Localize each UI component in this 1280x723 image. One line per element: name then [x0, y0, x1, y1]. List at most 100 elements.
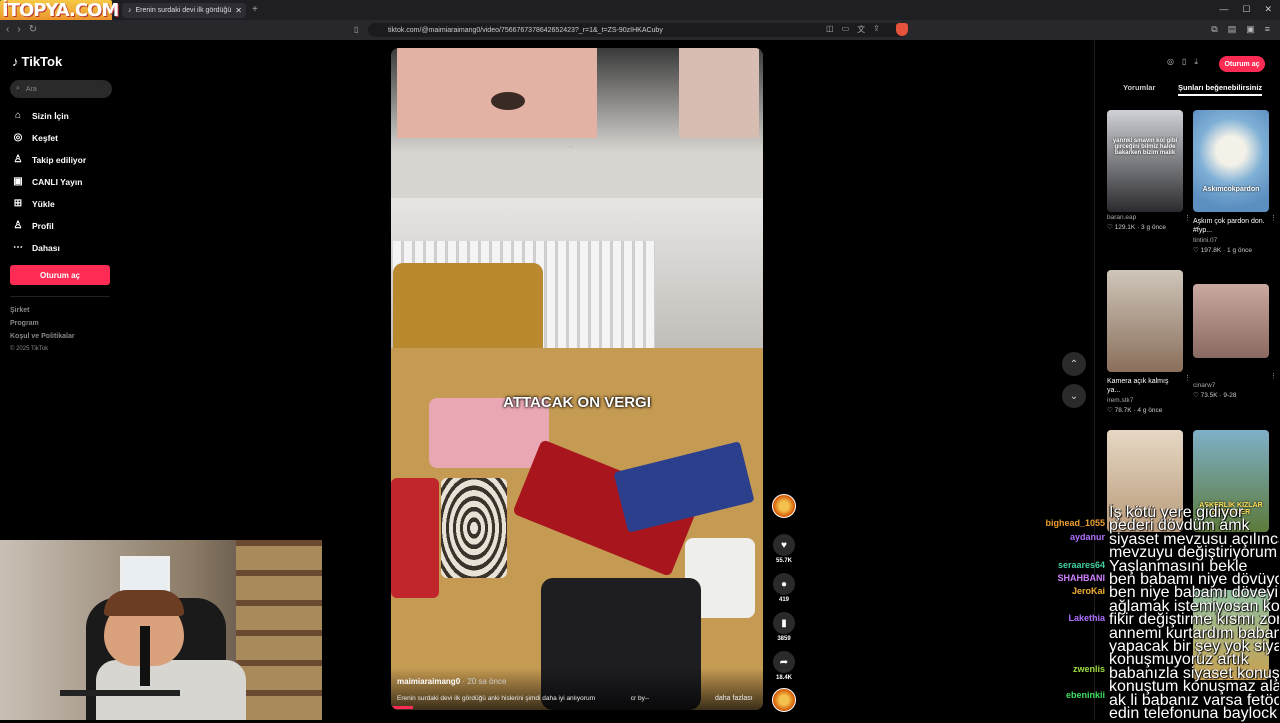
- phone-icon[interactable]: ▯: [1182, 57, 1186, 67]
- card-likes: 197.8K: [1200, 247, 1222, 254]
- translate-icon[interactable]: 文: [857, 24, 865, 35]
- tiktok-logo[interactable]: ♪ TikTok: [12, 54, 62, 69]
- suggested-video-card[interactable]: Askımcokpardon ⋮ Aşkım çok pardon don. #…: [1193, 110, 1277, 254]
- thumbnail-overlay-text: Askımcokpardon: [1202, 186, 1260, 193]
- comment-button[interactable]: ● 419: [770, 573, 798, 603]
- nav-live[interactable]: ▣ CANLI Yayın: [12, 176, 82, 187]
- card-likes: 129.1K: [1114, 224, 1136, 231]
- save-button[interactable]: ▮ 3859: [770, 612, 798, 642]
- chevron-down-icon: ⌄: [567, 140, 575, 150]
- panel-login-button[interactable]: Oturum aç: [1219, 56, 1265, 72]
- bookmark-icon[interactable]: ▮: [773, 612, 795, 634]
- video-progress-bar[interactable]: [391, 706, 414, 709]
- more-link[interactable]: daha fazlası: [715, 695, 753, 702]
- share-arrow-icon[interactable]: ➦: [773, 651, 795, 673]
- footer-company-link[interactable]: Şirket: [10, 307, 29, 314]
- nav-for-you[interactable]: ⌂ Sizin İçin: [12, 110, 69, 121]
- mute-icon[interactable]: ◫: [826, 24, 834, 35]
- card-user[interactable]: irem.stk7: [1107, 397, 1183, 404]
- video-thumbnail[interactable]: yarınki sınavın kol gibi girceğini bilmi…: [1107, 110, 1183, 212]
- nav-following[interactable]: ♙ Takip ediliyor: [12, 154, 87, 165]
- wallet-icon[interactable]: ▣: [1246, 24, 1255, 35]
- back-icon[interactable]: ‹: [6, 24, 9, 35]
- nav-more[interactable]: ⋯ Dahası: [12, 242, 60, 253]
- chat-username: ebeninkii: [1065, 690, 1105, 700]
- chat-message-text: edin telefonuna baylock yükleyip: [1109, 705, 1279, 722]
- suggested-video-card[interactable]: ⋮ Kamera açık kalmış ya... irem.stk7 ♡ 7…: [1107, 270, 1191, 414]
- coin-icon[interactable]: ◎: [1167, 57, 1174, 67]
- tab-title: Erenin surdaki devi ilk gördüğü: [135, 7, 232, 14]
- video-thumbnail[interactable]: Askımcokpardon: [1193, 110, 1269, 212]
- browser-tab[interactable]: ♪ Erenin surdaki devi ilk gördüğü ✕: [122, 3, 246, 18]
- profile-icon: ♙: [13, 220, 23, 231]
- reload-icon[interactable]: ↻: [29, 24, 37, 35]
- brave-shield-icon[interactable]: [896, 23, 908, 36]
- login-button[interactable]: Oturum aç: [10, 265, 110, 285]
- close-window-icon[interactable]: ✕: [1264, 4, 1272, 15]
- share-button[interactable]: ➦ 18.4K: [770, 651, 798, 681]
- search-input[interactable]: ⌕ Ara: [10, 80, 112, 98]
- microphone-icon: [140, 626, 150, 686]
- share-icon[interactable]: ⇪: [873, 24, 880, 35]
- nav-profile[interactable]: ♙ Profil: [12, 220, 54, 231]
- sound-disc-icon[interactable]: [772, 688, 796, 712]
- like-button[interactable]: ♥ 55.7K: [770, 534, 798, 564]
- kebab-menu-icon[interactable]: ⋮: [1184, 374, 1191, 382]
- home-icon: ⌂: [14, 110, 22, 121]
- card-title[interactable]: Kamera açık kalmış ya...: [1107, 377, 1183, 395]
- share-count: 18.4K: [775, 675, 792, 681]
- footer-terms-link[interactable]: Koşul ve Politikalar: [10, 333, 75, 340]
- minimize-icon[interactable]: —: [1219, 4, 1228, 15]
- author-name[interactable]: maimiaraimang0: [397, 677, 460, 686]
- comment-icon[interactable]: ●: [773, 573, 795, 595]
- nav-upload[interactable]: ⊞ Yükle: [12, 198, 55, 209]
- webcam-hair: [104, 590, 184, 616]
- video-mug: [441, 478, 507, 578]
- more-icon: ⋯: [13, 242, 23, 253]
- creator-avatar[interactable]: [770, 494, 798, 518]
- suggested-video-card[interactable]: yarınki sınavın kol gibi girceğini bilmi…: [1107, 110, 1191, 231]
- card-user[interactable]: tintini.07: [1193, 237, 1269, 244]
- tab-comments[interactable]: Yorumlar: [1123, 83, 1155, 92]
- sidebar-icon[interactable]: ▤: [1228, 24, 1237, 35]
- chat-username: Lakethia: [1068, 613, 1105, 623]
- scroll-up-button[interactable]: ⌃: [1062, 352, 1086, 376]
- kebab-menu-icon[interactable]: ⋮: [1184, 214, 1191, 222]
- kebab-menu-icon[interactable]: ⋮: [1270, 214, 1277, 222]
- tab-suggestions[interactable]: Şunları beğenebilirsiniz: [1178, 83, 1263, 96]
- card-title[interactable]: Aşkım çok pardon don. #fyp...: [1193, 217, 1269, 235]
- save-count: 3859: [777, 636, 791, 642]
- download-icon[interactable]: ⤓: [1194, 57, 1198, 67]
- card-user[interactable]: cinarw7: [1193, 382, 1269, 389]
- extensions-icon[interactable]: ⧉: [1211, 24, 1217, 35]
- video-player[interactable]: ⌄ ATTACAK ON VERGI maimiaraimang0 · 20 s…: [391, 48, 763, 710]
- sound-avatar[interactable]: [770, 688, 798, 712]
- video-thumbnail[interactable]: [1193, 284, 1269, 358]
- heart-icon[interactable]: ♥: [773, 534, 795, 556]
- video-thumbnail[interactable]: [1107, 270, 1183, 372]
- close-tab-icon[interactable]: ✕: [235, 6, 246, 15]
- video-author[interactable]: maimiaraimang0 · 20 sa önce: [397, 677, 506, 686]
- menu-icon[interactable]: ≡: [1265, 24, 1270, 35]
- chat-username: bighead_1055: [1045, 518, 1105, 528]
- card-time: 9-28: [1223, 392, 1237, 399]
- scroll-down-button[interactable]: ⌄: [1062, 384, 1086, 408]
- nav-explore[interactable]: ◎ Keşfet: [12, 132, 58, 143]
- new-tab-icon[interactable]: +: [252, 4, 258, 15]
- suggested-video-card[interactable]: ⋮ cinarw7 ♡ 73.5K · 9-28: [1193, 284, 1277, 399]
- address-bar: ‹ › ↻ ▯ tiktok.com/@maimiaraimang0/video…: [0, 20, 1280, 40]
- maximize-icon[interactable]: ☐: [1242, 4, 1250, 15]
- nav-label: Profil: [32, 220, 54, 231]
- footer-program-link[interactable]: Program: [10, 320, 39, 327]
- video-eye-image: [491, 92, 525, 110]
- screen-icon[interactable]: ▭: [842, 24, 850, 35]
- card-user[interactable]: baran.eap: [1107, 214, 1183, 221]
- kebab-menu-icon[interactable]: ⋮: [1270, 372, 1277, 380]
- search-placeholder: Ara: [25, 85, 37, 93]
- avatar[interactable]: [772, 494, 796, 518]
- upload-icon: ⊞: [13, 198, 23, 209]
- bookmark-icon[interactable]: ▯: [354, 25, 358, 34]
- video-description: Erenin surdaki devi ilk gördüğü anki his…: [397, 695, 649, 702]
- forward-icon[interactable]: ›: [17, 24, 20, 35]
- comment-count: 419: [778, 597, 789, 603]
